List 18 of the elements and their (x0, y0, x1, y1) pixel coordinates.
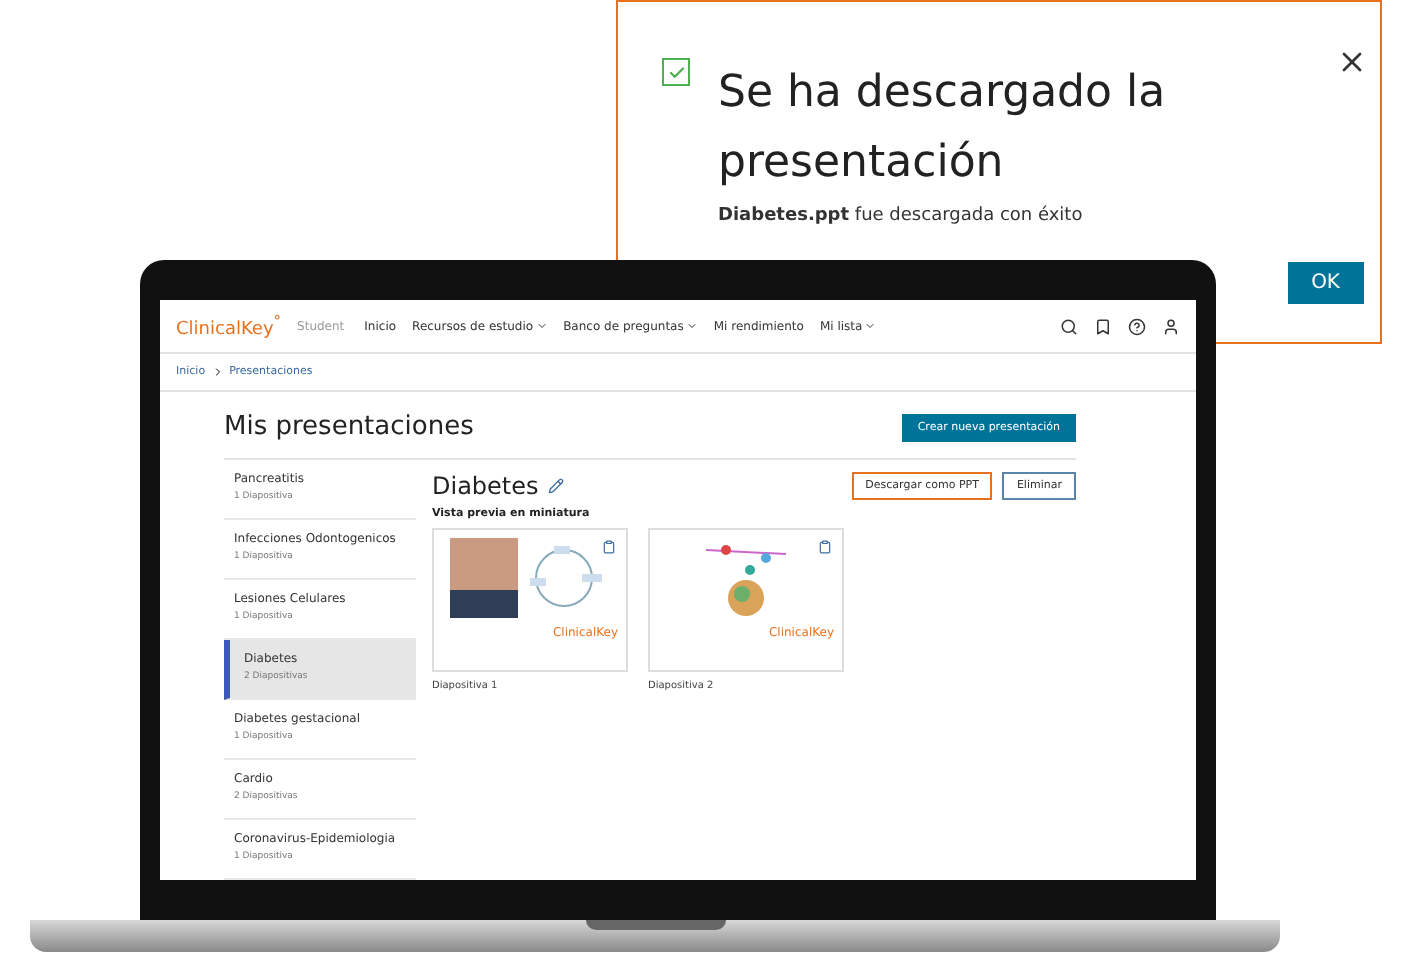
bookmark-icon[interactable] (1094, 317, 1112, 336)
page-title: Mis presentaciones (224, 412, 474, 442)
check-icon (667, 63, 685, 81)
clipboard-icon[interactable] (818, 540, 832, 554)
checkbox[interactable] (662, 58, 690, 86)
help-icon[interactable] (1128, 317, 1146, 336)
ok-button[interactable]: OK (1287, 262, 1364, 304)
dialog-message: Diabetes.ppt fue descargada con éxito (718, 206, 1085, 226)
chevron-down-icon (535, 320, 548, 333)
chevron-down-icon (864, 320, 877, 333)
chevron-icon (211, 366, 224, 379)
clipboard-icon[interactable] (602, 540, 616, 554)
chevron-down-icon (685, 320, 698, 333)
dialog-title: Se ha descargado la presentación (718, 66, 1168, 192)
pencil-icon[interactable] (548, 478, 565, 494)
presentation-title: Diabetes (432, 472, 539, 500)
search-icon[interactable] (1060, 317, 1078, 336)
user-icon[interactable] (1162, 317, 1180, 336)
